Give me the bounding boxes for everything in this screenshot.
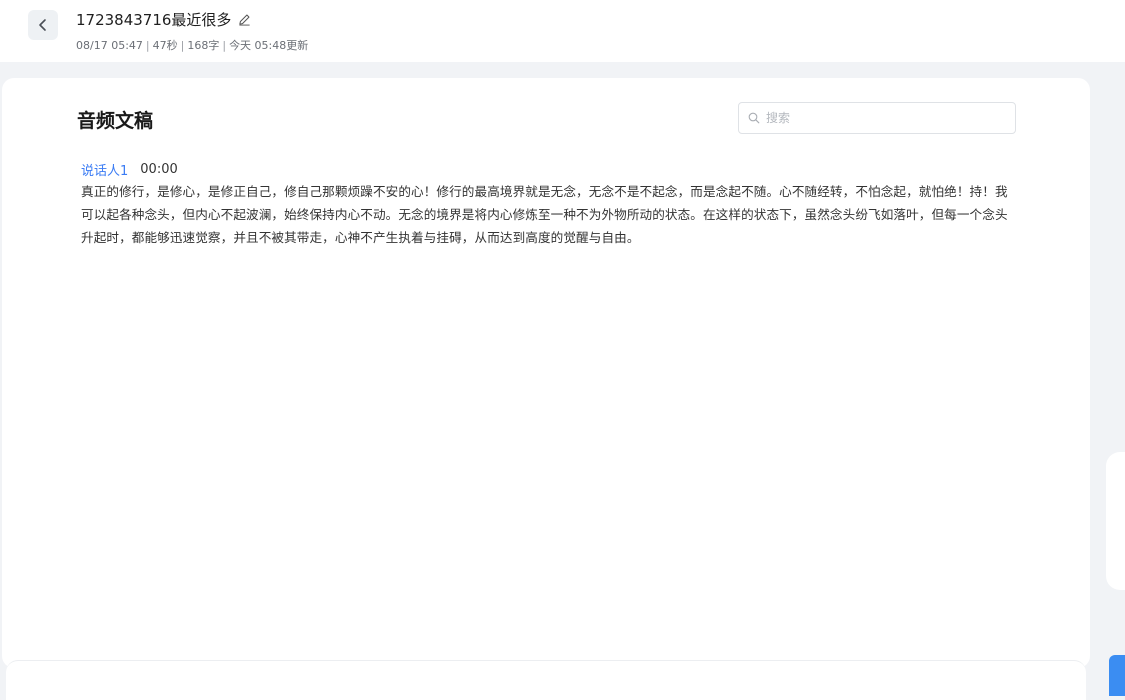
section-title: 音频文稿 [77,110,154,132]
meta-duration: 47秒 [152,39,178,52]
meta-separator: | [222,38,227,52]
meta-separator: | [145,38,150,52]
page-header: 1723843716最近很多 08/17 05:47 | 47秒 | 168字 … [0,0,1125,62]
corner-badge[interactable] [1109,655,1125,696]
meta-datetime: 08/17 05:47 [76,38,143,52]
search-box[interactable] [738,102,1016,134]
edit-title-button[interactable] [237,12,251,26]
document-title: 1723843716最近很多 [76,10,232,29]
document-meta: 08/17 05:47 | 47秒 | 168字 | 今天 05:48更新 [76,37,308,53]
speaker-label[interactable]: 说话人1 [81,160,128,179]
segment-timestamp[interactable]: 00:00 [140,162,177,177]
search-input[interactable] [764,110,1004,126]
pencil-icon [239,14,250,26]
transcript-text[interactable]: 真正的修行，是修心，是修正自己，修自己那颗烦躁不安的心！修行的最高境界就是无念，… [81,180,1011,249]
bottom-player-bar [6,660,1086,700]
title-row: 1723843716最近很多 [76,8,251,30]
transcript-card: 音频文稿 说话人1 00:00 真正的修行，是修心，是修正自己，修自己那颗烦躁不… [2,78,1090,668]
segment-header: 说话人1 00:00 [81,160,178,179]
search-icon [748,112,760,124]
meta-separator: | [180,38,185,52]
meta-updated: 今天 05:48更新 [229,39,309,52]
chevron-left-icon [39,19,46,31]
meta-word-count: 168字 [187,39,220,52]
back-button[interactable] [28,10,58,40]
side-panel [1106,452,1125,590]
